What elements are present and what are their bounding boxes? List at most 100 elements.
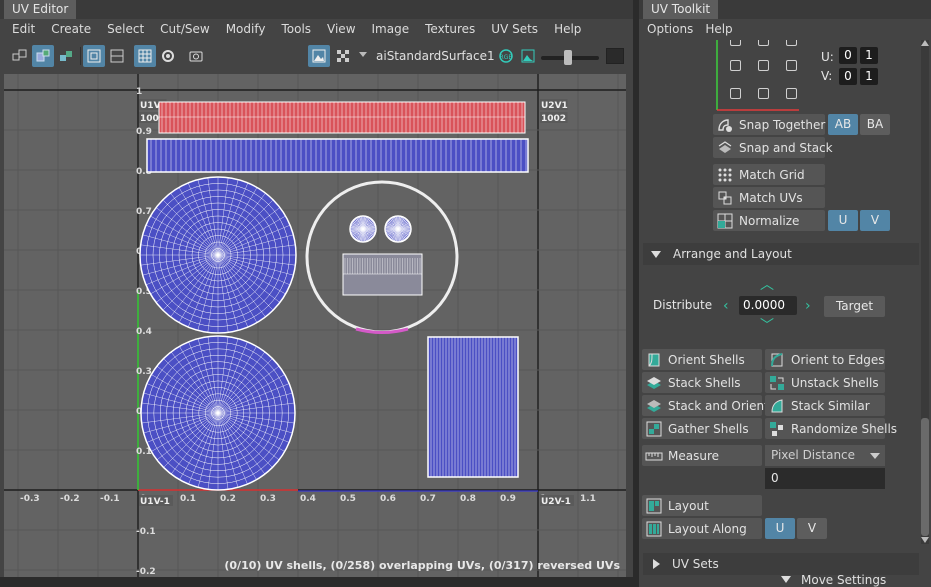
match-grid-button[interactable]: Match Grid (713, 164, 825, 185)
x-tick-label: 1.1 (580, 494, 596, 504)
u-label: U: (821, 50, 834, 64)
uv-editor-tab[interactable]: UV Editor (4, 0, 77, 19)
align-grid-cell[interactable] (786, 60, 797, 71)
menu-textures[interactable]: Textures (417, 19, 483, 39)
uv-editor-tabstrip (0, 0, 633, 19)
uv-toolkit-tab[interactable]: UV Toolkit (643, 0, 719, 19)
uv-canvas[interactable]: -0.3-0.2-0.100.10.20.30.40.50.60.70.80.9… (4, 74, 626, 578)
menu-help-toolkit[interactable]: Help (699, 22, 738, 36)
orient-to-edges-button[interactable]: Orient to Edges (765, 349, 885, 370)
uv-select-mode-icon[interactable] (9, 45, 31, 67)
layout-button[interactable]: Layout (642, 495, 762, 516)
match-uvs-icon (718, 191, 732, 204)
layout-along-button[interactable]: Layout Along (642, 518, 762, 539)
snap-together-button[interactable]: Snap Together (713, 114, 825, 135)
texture-border-icon[interactable] (106, 45, 128, 67)
menu-select[interactable]: Select (99, 19, 152, 39)
scroll-down-arrow-icon[interactable] (921, 537, 929, 543)
menu-edit[interactable]: Edit (4, 19, 43, 39)
stack-shells-button[interactable]: Stack Shells (642, 372, 762, 393)
measure-button[interactable]: Measure (642, 445, 762, 466)
u-min-field[interactable]: 0 (839, 47, 857, 64)
grid-toggle-icon[interactable] (134, 45, 156, 67)
scroll-up-arrow-icon[interactable] (921, 40, 929, 46)
menu-options[interactable]: Options (641, 22, 699, 36)
distribute-label: Distribute (653, 298, 713, 312)
u-max-field[interactable]: 1 (860, 47, 878, 64)
distribute-right-chevron-icon[interactable]: › (805, 299, 811, 313)
arrange-layout-section-header[interactable]: Arrange and Layout (643, 243, 919, 265)
x-tick-label: -0.1 (100, 494, 120, 504)
layout-along-v-button[interactable]: V (797, 518, 827, 539)
uv-bounding-icon[interactable] (83, 45, 105, 67)
menu-image[interactable]: Image (364, 19, 418, 39)
shell-select-icon[interactable] (32, 45, 54, 67)
display-image-icon[interactable] (308, 45, 330, 67)
pixel-snap-icon[interactable] (157, 45, 179, 67)
align-grid-cell[interactable] (758, 40, 769, 46)
distribute-left-chevron-icon[interactable]: ‹ (723, 299, 729, 313)
normalize-v-button[interactable]: V (860, 210, 890, 231)
measure-mode-dropdown[interactable]: Pixel Distance (765, 445, 885, 466)
v-max-field[interactable]: 1 (860, 68, 878, 85)
layout-along-u-button[interactable]: U (765, 518, 795, 539)
snap-and-stack-icon (718, 140, 732, 153)
match-uvs-button[interactable]: Match UVs (713, 187, 825, 208)
distribute-value-field[interactable]: 0.0000 (739, 296, 797, 315)
target-button[interactable]: Target (824, 296, 885, 317)
distribute-up-chevron-icon[interactable]: ︿ (760, 278, 774, 292)
normalize-button[interactable]: Normalize (713, 210, 825, 231)
randomize-shells-icon (770, 421, 783, 436)
orient-shells-button[interactable]: Orient Shells (642, 349, 762, 370)
align-grid-cell[interactable] (758, 60, 769, 71)
menu-uv-sets[interactable]: UV Sets (483, 19, 546, 39)
layout-along-icon (646, 521, 662, 536)
randomize-shells-button[interactable]: Randomize Shells (765, 418, 897, 439)
menu-cut-sew[interactable]: Cut/Sew (152, 19, 218, 39)
image-adjust-icon[interactable] (517, 45, 539, 67)
dim-slider-thumb[interactable] (564, 50, 572, 65)
normalize-u-button[interactable]: U (828, 210, 858, 231)
v-label: V: (821, 69, 833, 83)
align-grid-cell[interactable] (786, 40, 797, 46)
menu-create[interactable]: Create (43, 19, 99, 39)
stack-similar-button[interactable]: Stack Similar (765, 395, 885, 416)
align-grid-cell[interactable] (786, 88, 797, 99)
gather-shells-button[interactable]: Gather Shells (642, 418, 762, 439)
menu-view[interactable]: View (319, 19, 363, 39)
v-min-field[interactable]: 0 (839, 68, 857, 85)
x-tick-label: 0.5 (340, 494, 356, 504)
move-settings-section-header[interactable]: Move Settings (775, 572, 925, 587)
stack-and-orient-button[interactable]: Stack and Orient (642, 395, 769, 416)
checker-map-icon[interactable] (332, 45, 354, 67)
snap-ab-button[interactable]: AB (828, 114, 858, 135)
menu-modify[interactable]: Modify (218, 19, 274, 39)
snapshot-camera-icon[interactable] (185, 45, 207, 67)
bottom-divider (0, 577, 633, 587)
orient-to-edges-icon (771, 352, 783, 366)
toolkit-scrollbar-thumb[interactable] (921, 418, 929, 536)
stack-similar-icon (771, 398, 783, 412)
align-grid-cell[interactable] (730, 88, 741, 99)
image-dropdown-arrow-icon[interactable] (359, 52, 367, 57)
snap-and-stack-button[interactable]: Snap and Stack (713, 137, 833, 158)
y-tick-label: 1 (136, 87, 142, 97)
measure-value-field[interactable]: 0 (765, 468, 885, 489)
material-name[interactable]: aiStandardSurface1 (376, 49, 495, 63)
x-tick-label: 0.1 (180, 494, 196, 504)
menu-tools[interactable]: Tools (273, 19, 319, 39)
align-grid-cell[interactable] (730, 40, 741, 46)
uv-viewport[interactable]: -0.3-0.2-0.100.10.20.30.40.50.60.70.80.9… (4, 74, 626, 578)
align-grid-cell[interactable] (730, 60, 741, 71)
menu-help[interactable]: Help (546, 19, 589, 39)
x-tick-label: 0.2 (220, 494, 236, 504)
align-grid-cell[interactable] (758, 88, 769, 99)
y-tick-label: -0.1 (136, 527, 156, 537)
uv-shading-icon[interactable] (55, 45, 77, 67)
snap-ba-button[interactable]: BA (860, 114, 890, 135)
exposure-icon[interactable]: RGB (495, 45, 517, 67)
collapse-arrow-icon (781, 576, 791, 583)
unstack-shells-button[interactable]: Unstack Shells (765, 372, 885, 393)
dim-value-field[interactable] (606, 48, 624, 64)
distribute-down-chevron-icon[interactable]: ﹀ (760, 319, 774, 333)
